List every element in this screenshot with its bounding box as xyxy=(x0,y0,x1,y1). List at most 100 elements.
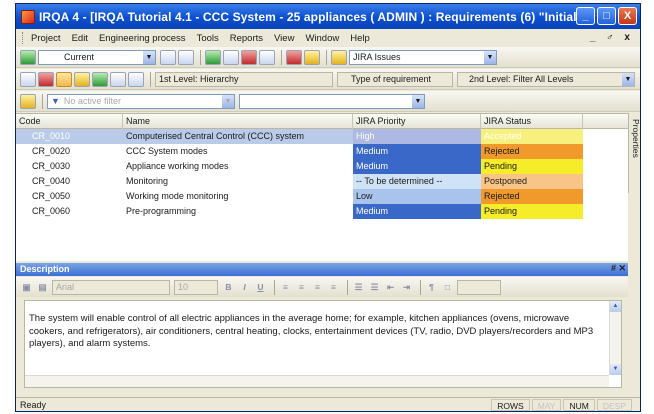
jira-icon[interactable] xyxy=(331,49,347,65)
chevron-down-icon[interactable]: ▼ xyxy=(222,94,234,108)
mdi-window-controls[interactable]: _ ♂ x xyxy=(590,32,634,43)
underline-icon[interactable]: U xyxy=(254,281,267,294)
edit-pencil-icon[interactable] xyxy=(160,49,176,65)
vertical-scrollbar[interactable]: ▲ ▼ xyxy=(609,301,621,375)
cell-priority: Medium xyxy=(353,159,481,174)
minimize-button[interactable]: _ xyxy=(576,7,595,25)
chart-view-icon[interactable] xyxy=(38,71,54,87)
cell-name: Pre-programming xyxy=(126,206,197,216)
align-center-icon[interactable]: ≡ xyxy=(295,281,308,294)
description-editor[interactable]: The system will enable control of all el… xyxy=(24,300,622,388)
toolbar-grip-icon[interactable] xyxy=(22,32,25,44)
first-level-combo-value: 1st Level: Hierarchy xyxy=(159,74,239,84)
chevron-down-icon[interactable]: ▼ xyxy=(622,72,634,86)
type-combo[interactable]: Type of requirement xyxy=(337,71,453,87)
cut-icon[interactable]: ▣ xyxy=(20,281,33,294)
indent-icon[interactable]: ⇥ xyxy=(400,281,413,294)
column-header-name[interactable]: Name xyxy=(123,114,353,129)
maximize-button[interactable]: □ xyxy=(597,7,616,25)
cell-name: Appliance working modes xyxy=(126,161,229,171)
table-row[interactable]: CR_0030 Appliance working modes Medium P… xyxy=(16,159,628,174)
spreadsheet-icon[interactable] xyxy=(92,71,108,87)
delete-icon[interactable] xyxy=(241,49,257,65)
menu-window[interactable]: Window xyxy=(305,33,339,44)
irqa-app-icon[interactable] xyxy=(21,9,35,24)
baseline-icon[interactable] xyxy=(20,49,36,65)
column-header-jira-priority[interactable]: JIRA Priority xyxy=(353,114,481,129)
list-view-icon[interactable] xyxy=(128,71,144,87)
menu-view[interactable]: View xyxy=(274,33,294,44)
border-icon[interactable]: □ xyxy=(441,281,454,294)
document-view-icon[interactable] xyxy=(20,71,36,87)
filter-combo-placeholder: No active filter xyxy=(63,96,121,106)
cell-name: Monitoring xyxy=(126,176,169,186)
scroll-down-icon[interactable]: ▼ xyxy=(610,364,621,375)
outdent-icon[interactable]: ⇤ xyxy=(384,281,397,294)
table-row[interactable]: CR_0010 Computerised Central Control (CC… xyxy=(16,129,628,144)
cell-priority: -- To be determined -- xyxy=(353,174,481,189)
column-header-jira-status[interactable]: JIRA Status xyxy=(481,114,583,129)
baseline-combo-value: Current xyxy=(64,52,95,62)
export-icon[interactable] xyxy=(223,49,239,65)
menu-tools[interactable]: Tools xyxy=(197,33,219,44)
tree-view-icon[interactable] xyxy=(74,71,90,87)
column-header-code[interactable]: Code xyxy=(16,114,123,129)
toolbar-separator xyxy=(347,279,348,295)
import-icon[interactable] xyxy=(205,49,221,65)
properties-side-tab[interactable]: Properties xyxy=(628,113,640,193)
menu-help[interactable]: Help xyxy=(350,33,370,44)
numbered-list-icon[interactable]: ☰ xyxy=(368,281,381,294)
description-text[interactable]: The system will enable control of all el… xyxy=(29,313,603,351)
search-input[interactable]: ▼ xyxy=(239,93,425,109)
toolbar-separator xyxy=(326,49,327,65)
save-icon[interactable]: ▤ xyxy=(36,281,49,294)
columns-icon[interactable] xyxy=(110,71,126,87)
properties-tab-label: Properties xyxy=(631,119,641,158)
menu-engineering-process[interactable]: Engineering process xyxy=(99,33,186,44)
font-size-combo[interactable]: 10 xyxy=(174,279,218,295)
second-level-combo-value: 2nd Level: Filter All Levels xyxy=(469,74,574,84)
paragraph-icon[interactable]: ¶ xyxy=(425,281,438,294)
filter-combo[interactable]: ▼ No active filter ▼ xyxy=(47,93,235,109)
jira-issues-combo[interactable]: JIRA Issues ▼ xyxy=(349,49,497,65)
bullet-list-icon[interactable]: ☰ xyxy=(352,281,365,294)
menu-reports[interactable]: Reports xyxy=(230,33,263,44)
menu-edit[interactable]: Edit xyxy=(72,33,88,44)
description-panel-controls[interactable]: # ✕ xyxy=(611,263,626,274)
first-level-combo[interactable]: 1st Level: Hierarchy xyxy=(155,71,333,87)
horizontal-scrollbar[interactable] xyxy=(25,375,609,387)
baseline-combo[interactable]: Current ▼ xyxy=(38,49,156,65)
table-row[interactable]: CR_0020 CCC System modes Medium Rejected xyxy=(16,144,628,159)
close-button[interactable]: X xyxy=(618,7,637,25)
num-indicator: NUM xyxy=(563,399,595,411)
justify-icon[interactable]: ≡ xyxy=(327,281,340,294)
filter-funnel-icon[interactable] xyxy=(259,49,275,65)
hierarchy-icon[interactable] xyxy=(20,93,36,109)
toolbar-separator xyxy=(42,93,43,109)
cell-status: Accepted xyxy=(481,129,583,144)
chevron-down-icon[interactable]: ▼ xyxy=(412,94,424,108)
grid-table-icon[interactable] xyxy=(286,49,302,65)
font-combo[interactable]: Arial xyxy=(52,279,170,295)
table-row[interactable]: CR_0040 Monitoring -- To be determined -… xyxy=(16,174,628,189)
menu-project[interactable]: Project xyxy=(31,33,61,44)
align-left-icon[interactable]: ≡ xyxy=(279,281,292,294)
chevron-down-icon[interactable]: ▼ xyxy=(143,50,155,64)
pencil-dropdown-icon[interactable] xyxy=(178,49,194,65)
caps-indicator: MAY xyxy=(531,399,562,411)
cell-status: Rejected xyxy=(481,189,583,204)
bold-icon[interactable]: B xyxy=(222,281,235,294)
grid-view-icon[interactable] xyxy=(56,71,72,87)
app-window: IRQA 4 - [IRQA Tutorial 4.1 - CCC System… xyxy=(15,3,641,412)
table-row[interactable]: CR_0060 Pre-programming Medium Pending xyxy=(16,204,628,219)
scroll-up-icon[interactable]: ▲ xyxy=(610,301,621,312)
align-right-icon[interactable]: ≡ xyxy=(311,281,324,294)
italic-icon[interactable]: I xyxy=(238,281,251,294)
cell-name: Working mode monitoring xyxy=(126,191,229,201)
chevron-down-icon[interactable]: ▼ xyxy=(484,50,496,64)
second-level-combo[interactable]: 2nd Level: Filter All Levels ▼ xyxy=(457,71,635,87)
flag-icon[interactable] xyxy=(304,49,320,65)
title-bar[interactable]: IRQA 4 - [IRQA Tutorial 4.1 - CCC System… xyxy=(16,4,640,29)
color-combo[interactable] xyxy=(457,279,501,295)
table-row[interactable]: CR_0050 Working mode monitoring Low Reje… xyxy=(16,189,628,204)
